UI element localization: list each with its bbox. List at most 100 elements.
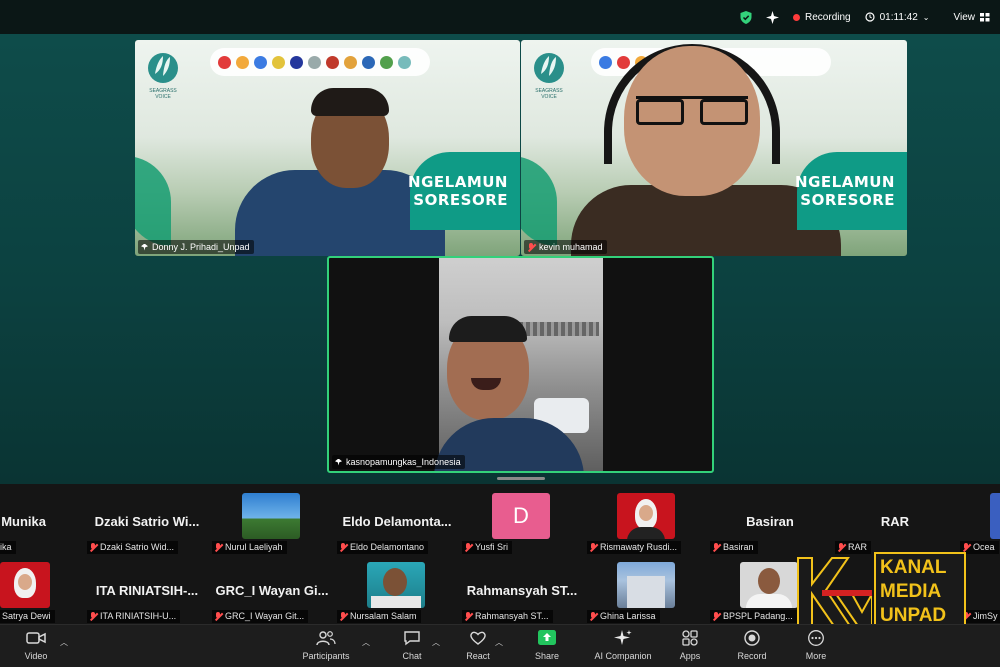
apps-label: Apps — [679, 651, 701, 661]
avatar-letter: D — [513, 503, 529, 528]
participant-tile[interactable]: Nursalam Salam — [335, 557, 459, 625]
kmu-logo-mark — [797, 557, 872, 627]
participant-tile[interactable]: Basiran Basiran — [708, 488, 832, 556]
banner-line2: SORESORE — [413, 191, 508, 209]
participant-display-name: Dzaki Satrio Wi... — [94, 514, 200, 529]
participant-tile[interactable]: ITA RINIATSIH-... ITA RINIATSIH-U... — [85, 557, 209, 625]
participant-label-text: GRC_I Wayan Git... — [225, 611, 305, 621]
participant-label: Satrya Dewi — [0, 610, 55, 623]
ai-companion-label: AI Companion — [594, 651, 652, 661]
participants-options-chevron-icon[interactable]: ︿ — [362, 637, 370, 648]
react-options-chevron-icon[interactable]: ︿ — [495, 637, 503, 648]
participant-photo — [990, 493, 1000, 539]
more-dots-icon — [808, 630, 824, 646]
view-button[interactable]: View — [954, 12, 991, 23]
watermark-line2: MEDIA — [880, 581, 942, 602]
speaker-hair — [449, 316, 527, 342]
participant-tile[interactable]: Eldo Delamonta... Eldo Delamontano — [335, 488, 459, 556]
participant-tile[interactable]: RAR RAR — [833, 488, 957, 556]
participant-display-name: GRC_I Wayan Gi... — [215, 583, 329, 598]
gallery-resize-handle[interactable] — [497, 477, 545, 480]
participant-label: Rahmansyah ST... — [462, 610, 553, 623]
participant-label-text: Ocea — [973, 542, 995, 552]
pin-icon — [335, 458, 342, 466]
participant-label: BPSPL Padang... — [710, 610, 797, 623]
pin-icon — [141, 243, 148, 251]
meeting-top-bar: Recording 01:11:42 ⌄ View — [0, 0, 1000, 34]
participant-label-text: Ghina Larissa — [600, 611, 656, 621]
mic-muted-icon — [89, 543, 97, 552]
participant-tile[interactable]: Rahmansyah ST... Rahmansyah ST... — [460, 557, 584, 625]
mic-muted-icon — [837, 543, 845, 552]
ngelamun-soresore-banner: NGELAMUN SORESORE — [408, 152, 520, 230]
mic-muted-icon — [89, 612, 97, 621]
mic-muted-icon — [712, 612, 720, 621]
video-tile-donny[interactable]: SEAGRASS VOICE NGELAMUN SORESORE Donny J… — [135, 40, 520, 256]
mic-muted-icon — [339, 543, 347, 552]
participant-label-text: Nursalam Salam — [350, 611, 417, 621]
meeting-timer[interactable]: 01:11:42 ⌄ — [865, 12, 930, 23]
participant-photo — [617, 562, 675, 608]
share-screen-icon — [538, 630, 556, 645]
speaker-hair — [311, 88, 389, 116]
ai-sparkle-icon[interactable] — [766, 10, 780, 24]
participant-label: Nursalam Salam — [337, 610, 421, 623]
participant-tile[interactable]: Ghina Larissa — [585, 557, 709, 625]
participant-name-tag: kevin muhamad — [524, 240, 607, 254]
participants-button[interactable]: Participants — [296, 630, 356, 661]
video-tile-kasno-active-speaker[interactable]: kasnopamungkas_Indonesia — [327, 256, 714, 473]
participant-label: Rismawaty Rusdi... — [587, 541, 682, 554]
banner-line1: NGELAMUN — [795, 173, 895, 191]
mic-muted-icon — [464, 543, 472, 552]
grid-icon — [980, 12, 990, 21]
participant-label-text: Eldo Delamontano — [350, 542, 425, 552]
apps-button[interactable]: Apps — [660, 630, 720, 661]
ngelamun-soresore-banner: NGELAMUN SORESORE — [795, 152, 907, 230]
chat-bubble-icon — [404, 631, 420, 646]
participant-photo — [740, 562, 798, 608]
svg-text:VOICE: VOICE — [541, 94, 557, 100]
participant-label-text: Dzaki Satrio Wid... — [100, 542, 175, 552]
mic-muted-icon — [214, 543, 222, 552]
participant-tile[interactable]: Ocea — [958, 488, 1000, 556]
participant-tile[interactable]: D Yusfi Sri — [460, 488, 584, 556]
timer-value: 01:11:42 — [879, 11, 918, 23]
video-button[interactable]: Video — [6, 630, 66, 661]
participant-tile[interactable]: Satrya Dewi — [0, 557, 60, 625]
participant-label: GRC_I Wayan Git... — [212, 610, 309, 623]
participant-tile[interactable]: Rismawaty Rusdi... — [585, 488, 709, 556]
participant-tile[interactable]: GRC_I Wayan Gi... GRC_I Wayan Git... — [210, 557, 334, 625]
watermark-wordmark: KANAL MEDIA UNPAD — [874, 552, 966, 630]
participant-display-name: RAR — [880, 514, 910, 529]
participant-display-name: Eldo Delamonta... — [342, 514, 452, 529]
share-button[interactable]: Share — [517, 630, 577, 661]
participant-label-text: Rahmansyah ST... — [475, 611, 549, 621]
more-button[interactable]: More — [786, 630, 846, 661]
chat-options-chevron-icon[interactable]: ︿ — [432, 637, 440, 648]
participant-name: Donny J. Prihadi_Unpad — [152, 242, 250, 252]
record-button[interactable]: Record — [722, 630, 782, 661]
ai-companion-button[interactable]: AI Companion — [588, 630, 658, 661]
participant-tile[interactable]: Nurul Laeliyah — [210, 488, 334, 556]
speaker-stage: SEAGRASS VOICE NGELAMUN SORESORE Donny J… — [0, 34, 1000, 484]
security-shield-icon[interactable] — [740, 10, 752, 24]
participant-label-text: Satrya Dewi — [2, 611, 51, 621]
participant-label: Eldo Delamontano — [337, 541, 429, 554]
participants-icon — [316, 631, 336, 646]
watermark-line1: KANAL — [880, 557, 947, 578]
video-options-chevron-icon[interactable]: ︿ — [60, 637, 68, 648]
mic-muted-icon — [527, 242, 535, 252]
seagrass-voice-logo: SEAGRASS VOICE — [148, 53, 178, 100]
participant-label: Basiran — [710, 541, 758, 554]
recording-indicator[interactable]: Recording — [793, 12, 851, 23]
video-tile-kevin[interactable]: SEAGRASS VOICE NGELAMUN SORESORE kevin m… — [521, 40, 907, 256]
participants-label: Participants — [302, 651, 350, 661]
participant-name: kevin muhamad — [539, 242, 603, 252]
participant-label: Ghina Larissa — [587, 610, 660, 623]
participant-tile[interactable]: Munika ika — [0, 488, 58, 556]
participant-label-text: ITA RINIATSIH-U... — [100, 611, 177, 621]
participant-label-text: ika — [0, 542, 12, 552]
participant-tile[interactable]: Dzaki Satrio Wi... Dzaki Satrio Wid... — [85, 488, 209, 556]
record-label: Record — [737, 651, 767, 661]
participant-label-text: Yusfi Sri — [475, 542, 509, 552]
